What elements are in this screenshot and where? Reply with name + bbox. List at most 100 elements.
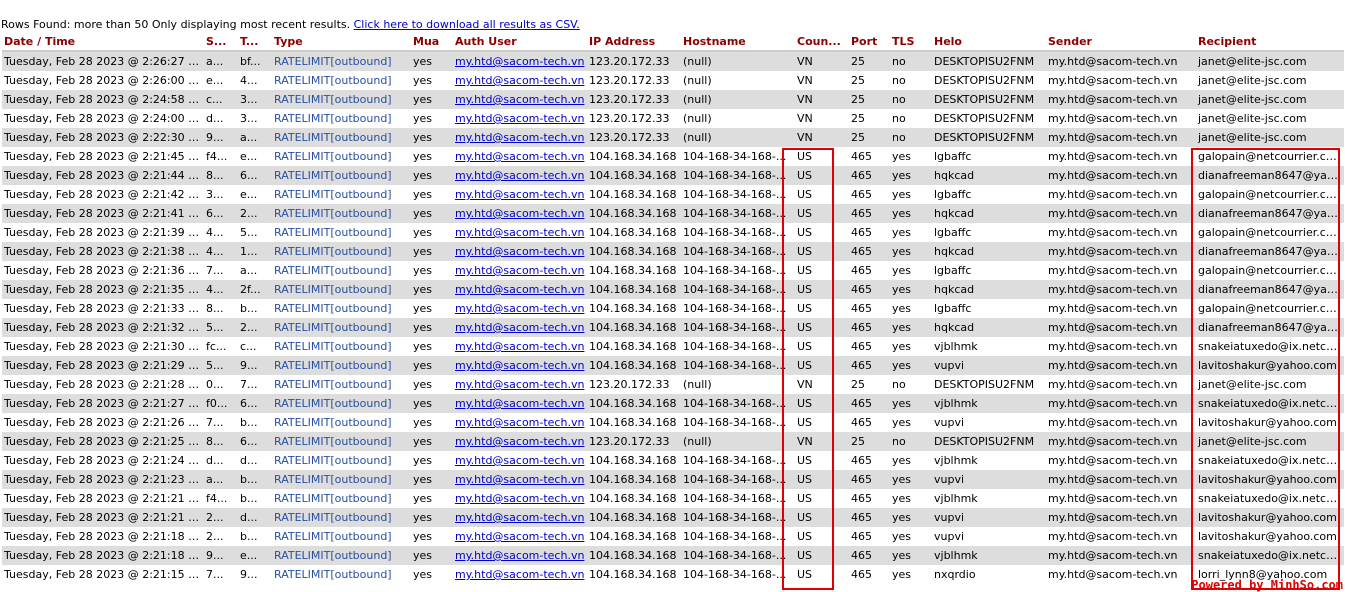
cell-date-time: Tuesday, Feb 28 2023 @ 2:21:45 PM: [2, 147, 204, 166]
cell-helo: DESKTOPISU2FNM: [932, 375, 1046, 394]
powered-by-watermark: Powered by MinhSo.com: [1191, 578, 1343, 592]
cell-s: 4...: [204, 242, 238, 261]
auth-user-link[interactable]: my.htd@sacom-tech.vn: [455, 55, 584, 68]
column-header-recipient[interactable]: Recipient: [1196, 32, 1344, 52]
cell-country: US: [795, 223, 849, 242]
auth-user-link[interactable]: my.htd@sacom-tech.vn: [455, 435, 584, 448]
auth-user-link[interactable]: my.htd@sacom-tech.vn: [455, 473, 584, 486]
cell-type: RATELIMIT[outbound]: [272, 565, 411, 584]
cell-date-time: Tuesday, Feb 28 2023 @ 2:21:30 PM: [2, 337, 204, 356]
column-header-s[interactable]: S...: [204, 32, 238, 52]
auth-user-link[interactable]: my.htd@sacom-tech.vn: [455, 530, 584, 543]
cell-t: 6...: [238, 394, 272, 413]
column-header-port[interactable]: Port: [849, 32, 890, 52]
cell-port: 465: [849, 413, 890, 432]
column-header-sender[interactable]: Sender: [1046, 32, 1196, 52]
cell-country: VN: [795, 71, 849, 90]
cell-hostname: 104-168-34-168-...: [681, 508, 795, 527]
cell-tls: yes: [890, 527, 932, 546]
auth-user-link[interactable]: my.htd@sacom-tech.vn: [455, 283, 584, 296]
auth-user-link[interactable]: my.htd@sacom-tech.vn: [455, 207, 584, 220]
column-header-hostname[interactable]: Hostname: [681, 32, 795, 52]
column-header-helo[interactable]: Helo: [932, 32, 1046, 52]
cell-helo: DESKTOPISU2FNM: [932, 71, 1046, 90]
cell-type: RATELIMIT[outbound]: [272, 432, 411, 451]
auth-user-link[interactable]: my.htd@sacom-tech.vn: [455, 359, 584, 372]
cell-sender: my.htd@sacom-tech.vn: [1046, 71, 1196, 90]
auth-user-link[interactable]: my.htd@sacom-tech.vn: [455, 549, 584, 562]
auth-user-link[interactable]: my.htd@sacom-tech.vn: [455, 74, 584, 87]
cell-sender: my.htd@sacom-tech.vn: [1046, 565, 1196, 584]
auth-user-link[interactable]: my.htd@sacom-tech.vn: [455, 264, 584, 277]
table-row: Tuesday, Feb 28 2023 @ 2:21:18 PM 9... e..…: [2, 546, 1344, 565]
column-header-country[interactable]: Coun...: [795, 32, 849, 52]
table-row: Tuesday, Feb 28 2023 @ 2:21:26 PM 7... b..…: [2, 413, 1344, 432]
auth-user-link[interactable]: my.htd@sacom-tech.vn: [455, 188, 584, 201]
cell-mua: yes: [411, 565, 453, 584]
table-row: Tuesday, Feb 28 2023 @ 2:21:21 PM f4... b.…: [2, 489, 1344, 508]
table-row: Tuesday, Feb 28 2023 @ 2:21:24 PM d... d..…: [2, 451, 1344, 470]
auth-user-link[interactable]: my.htd@sacom-tech.vn: [455, 568, 584, 581]
auth-user-link[interactable]: my.htd@sacom-tech.vn: [455, 340, 584, 353]
column-header-ip-address[interactable]: IP Address: [587, 32, 681, 52]
cell-recipient: snakeiatuxedo@ix.netcom....: [1196, 337, 1344, 356]
cell-s: 4...: [204, 223, 238, 242]
column-header-date-time[interactable]: Date / Time: [2, 32, 204, 52]
cell-auth-user: my.htd@sacom-tech.vn: [453, 242, 587, 261]
cell-sender: my.htd@sacom-tech.vn: [1046, 489, 1196, 508]
auth-user-link[interactable]: my.htd@sacom-tech.vn: [455, 378, 584, 391]
cell-auth-user: my.htd@sacom-tech.vn: [453, 413, 587, 432]
auth-user-link[interactable]: my.htd@sacom-tech.vn: [455, 397, 584, 410]
cell-mua: yes: [411, 337, 453, 356]
table-row: Tuesday, Feb 28 2023 @ 2:21:27 PM f0... 6.…: [2, 394, 1344, 413]
auth-user-link[interactable]: my.htd@sacom-tech.vn: [455, 112, 584, 125]
cell-port: 465: [849, 261, 890, 280]
cell-country: US: [795, 280, 849, 299]
cell-tls: yes: [890, 489, 932, 508]
cell-t: 6...: [238, 432, 272, 451]
auth-user-link[interactable]: my.htd@sacom-tech.vn: [455, 416, 584, 429]
auth-user-link[interactable]: my.htd@sacom-tech.vn: [455, 226, 584, 239]
cell-type: RATELIMIT[outbound]: [272, 242, 411, 261]
cell-hostname: (null): [681, 128, 795, 147]
download-csv-link[interactable]: Click here to download all results as CS…: [354, 18, 580, 31]
table-row: Tuesday, Feb 28 2023 @ 2:22:30 PM 9... a..…: [2, 128, 1344, 147]
cell-date-time: Tuesday, Feb 28 2023 @ 2:21:18 PM: [2, 546, 204, 565]
auth-user-link[interactable]: my.htd@sacom-tech.vn: [455, 150, 584, 163]
auth-user-link[interactable]: my.htd@sacom-tech.vn: [455, 169, 584, 182]
table-row: Tuesday, Feb 28 2023 @ 2:21:21 PM 2... d..…: [2, 508, 1344, 527]
cell-recipient: dianafreeman8647@yahoo...: [1196, 204, 1344, 223]
auth-user-link[interactable]: my.htd@sacom-tech.vn: [455, 492, 584, 505]
cell-auth-user: my.htd@sacom-tech.vn: [453, 261, 587, 280]
column-header-auth-user[interactable]: Auth User: [453, 32, 587, 52]
cell-date-time: Tuesday, Feb 28 2023 @ 2:21:26 PM: [2, 413, 204, 432]
column-header-type[interactable]: Type: [272, 32, 411, 52]
table-row: Tuesday, Feb 28 2023 @ 2:21:42 PM 3... e..…: [2, 185, 1344, 204]
cell-s: 9...: [204, 546, 238, 565]
cell-port: 465: [849, 242, 890, 261]
cell-country: US: [795, 527, 849, 546]
cell-type: RATELIMIT[outbound]: [272, 375, 411, 394]
cell-port: 465: [849, 299, 890, 318]
column-header-tls[interactable]: TLS: [890, 32, 932, 52]
auth-user-link[interactable]: my.htd@sacom-tech.vn: [455, 321, 584, 334]
auth-user-link[interactable]: my.htd@sacom-tech.vn: [455, 245, 584, 258]
auth-user-link[interactable]: my.htd@sacom-tech.vn: [455, 511, 584, 524]
column-header-mua[interactable]: Mua: [411, 32, 453, 52]
cell-helo: DESKTOPISU2FNM: [932, 109, 1046, 128]
cell-date-time: Tuesday, Feb 28 2023 @ 2:21:23 PM: [2, 470, 204, 489]
cell-port: 25: [849, 109, 890, 128]
auth-user-link[interactable]: my.htd@sacom-tech.vn: [455, 93, 584, 106]
cell-mua: yes: [411, 318, 453, 337]
auth-user-link[interactable]: my.htd@sacom-tech.vn: [455, 131, 584, 144]
cell-mua: yes: [411, 451, 453, 470]
cell-country: US: [795, 413, 849, 432]
column-header-t[interactable]: T...: [238, 32, 272, 52]
auth-user-link[interactable]: my.htd@sacom-tech.vn: [455, 454, 584, 467]
cell-sender: my.htd@sacom-tech.vn: [1046, 527, 1196, 546]
auth-user-link[interactable]: my.htd@sacom-tech.vn: [455, 302, 584, 315]
cell-ip-address: 123.20.172.33: [587, 51, 681, 71]
cell-mua: yes: [411, 413, 453, 432]
cell-tls: yes: [890, 470, 932, 489]
cell-auth-user: my.htd@sacom-tech.vn: [453, 280, 587, 299]
